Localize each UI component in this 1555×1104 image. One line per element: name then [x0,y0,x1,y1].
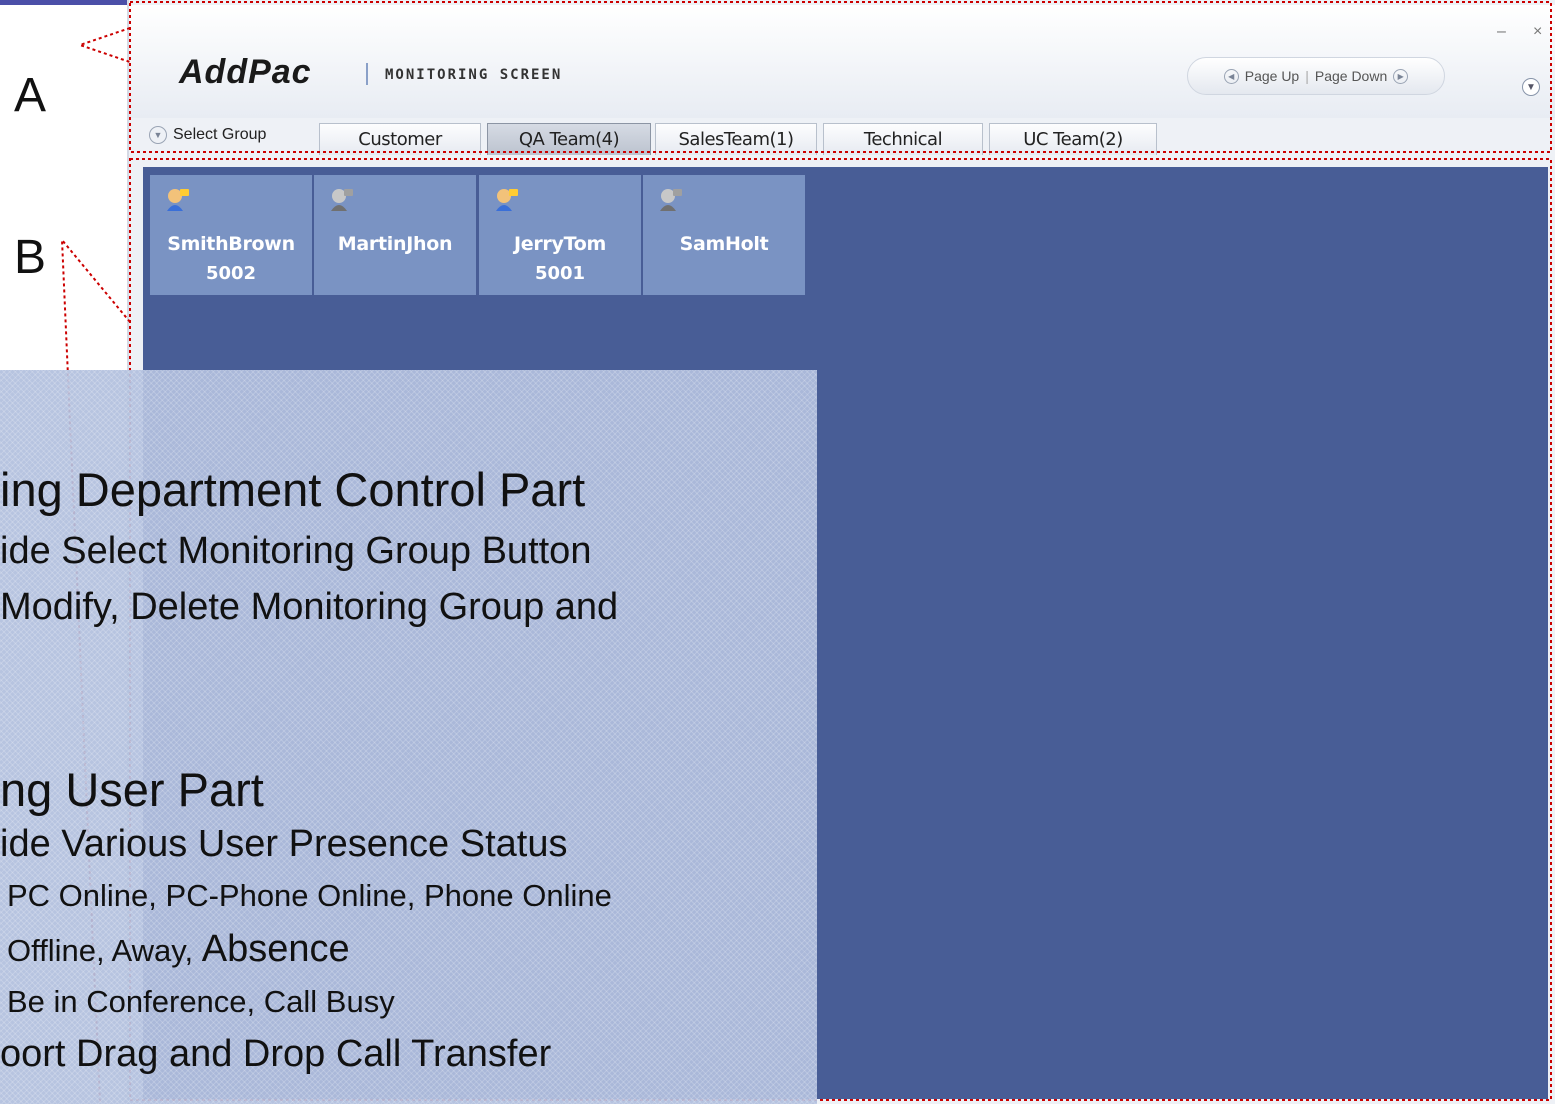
monitoring-header: AddPac MONITORING SCREEN ◀ Page Up | Pag… [129,5,1555,118]
overlay-item: ide Select Monitoring Group Button [0,530,592,572]
overlay-item: Modify, Delete Monitoring Group and [0,586,619,628]
user-tile[interactable]: JerryTom 5001 [479,175,641,295]
offline-icon [331,189,353,211]
overlay-item: oort Drag and Drop Call Transfer [0,1033,552,1075]
callout-pointer-a [76,27,131,63]
overlay-subitem: Be in Conference, Call Busy [7,984,395,1019]
tab-customer[interactable]: Customer [319,123,481,155]
page-up-button[interactable]: Page Up [1245,68,1299,84]
tab-sales-team[interactable]: SalesTeam(1) [655,123,817,155]
tab-uc-team[interactable]: UC Team(2) [989,123,1157,155]
online-icon [167,189,189,211]
minimize-button[interactable]: – [1497,23,1506,41]
page-up-icon[interactable]: ◀ [1223,68,1239,84]
overlay-heading-a: ing Department Control Part [0,463,586,516]
close-button[interactable]: × [1533,23,1542,41]
user-name: JerryTom [514,233,606,255]
user-extension: 5001 [534,263,586,284]
user-tile[interactable]: SmithBrown 5002 [150,175,312,295]
overlay-subitem: Offline, Away, Absence [7,928,350,971]
select-group-button[interactable]: ▼ Select Group [149,126,266,144]
user-extension: 5002 [205,263,257,284]
user-name: SamHolt [679,233,769,255]
tab-technical[interactable]: Technical [823,123,983,155]
user-name: SmithBrown [167,233,295,255]
user-tile[interactable]: MartinJhon [314,175,476,295]
description-overlay: ing Department Control Part ide Select M… [0,370,817,1104]
page-down-icon[interactable]: ▶ [1393,68,1409,84]
callout-label-b: B [14,231,47,284]
overlay-item: ide Various User Presence Status [0,823,568,865]
overlay-subitem: PC Online, PC-Phone Online, Phone Online [7,878,612,913]
app-logo: AddPac [179,53,312,91]
nav-separator: | [1305,68,1309,84]
user-name: MartinJhon [337,233,453,255]
chevron-down-icon: ▼ [149,126,167,144]
page-down-button[interactable]: Page Down [1315,68,1387,84]
top-accent-bar [0,0,128,5]
logo-divider [366,63,368,85]
callout-label-a: A [14,69,47,122]
overlay-heading-b: ng User Part [0,763,264,816]
options-icon[interactable]: ▼ [1522,78,1540,96]
status-offline-away: Offline, Away, [7,933,202,968]
status-absence: Absence [201,928,350,970]
group-bar: ▼ Select Group Customer QA Team(4) Sales… [129,118,1555,156]
offline-icon [660,189,682,211]
online-icon [496,189,518,211]
select-group-label: Select Group [173,126,267,143]
tab-qa-team[interactable]: QA Team(4) [487,123,651,155]
user-tile[interactable]: SamHolt [643,175,805,295]
page-navigation: ◀ Page Up | Page Down ▶ [1187,57,1445,95]
app-subtitle: MONITORING SCREEN [385,67,563,83]
